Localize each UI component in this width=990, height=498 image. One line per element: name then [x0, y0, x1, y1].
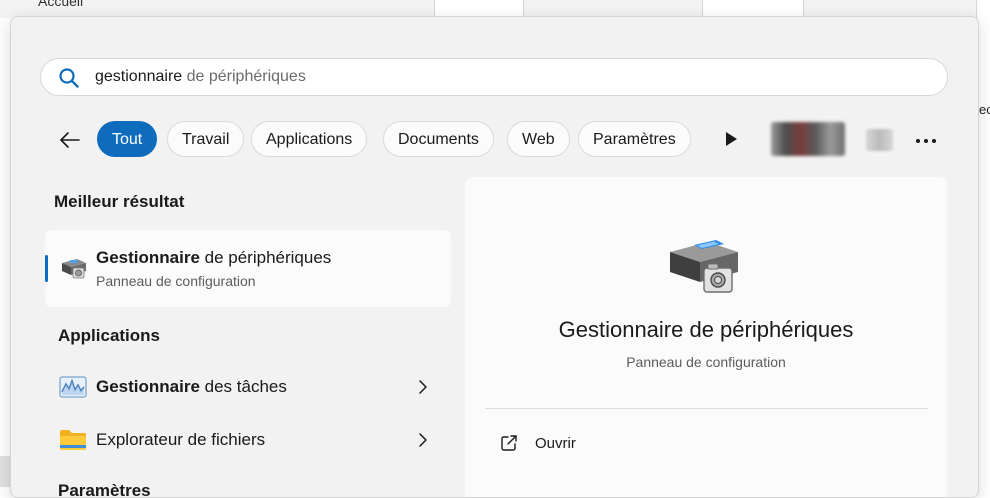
chevron-right-icon[interactable] — [417, 432, 429, 448]
chevron-right-icon[interactable] — [417, 379, 429, 395]
detail-subtitle: Panneau de configuration — [626, 354, 786, 370]
search-typed-text: gestionnaire — [95, 68, 183, 85]
back-arrow-icon[interactable] — [58, 128, 82, 152]
best-result-title: Gestionnaire de périphériques — [96, 248, 332, 267]
detail-divider — [485, 408, 928, 409]
best-result-heading: Meilleur résultat — [54, 192, 185, 211]
device-manager-icon — [62, 259, 86, 279]
app-item-file-explorer[interactable]: Explorateur de fichiers — [45, 418, 451, 462]
filter-chip-parametres[interactable]: Paramètres — [578, 121, 691, 157]
filter-bar: Tout Travail Applications Documents Web … — [11, 120, 978, 160]
account-icon-blurred[interactable] — [866, 129, 893, 151]
search-icon — [59, 68, 79, 88]
background-bottom-left — [0, 456, 10, 487]
detail-pane: Gestionnaire de périphériques Panneau de… — [465, 177, 947, 497]
play-icon[interactable] — [724, 131, 738, 147]
filter-chip-applications[interactable]: Applications — [251, 121, 368, 157]
app-item-label: Gestionnaire des tâches — [96, 377, 287, 396]
app-item-task-manager[interactable]: Gestionnaire des tâches — [45, 365, 451, 409]
app-item-label: Explorateur de fichiers — [96, 430, 266, 449]
search-query: gestionnaire de périphériques — [95, 68, 306, 86]
search-flyout: gestionnaire de périphériques Tout Trava… — [10, 16, 979, 498]
detail-title: Gestionnaire de périphériques — [558, 317, 854, 342]
filter-chip-web[interactable]: Web — [507, 121, 570, 157]
search-input[interactable]: gestionnaire de périphériques — [40, 58, 948, 96]
task-manager-icon — [59, 376, 87, 398]
account-avatar-blurred[interactable] — [771, 122, 845, 156]
filter-chip-tout[interactable]: Tout — [97, 121, 158, 157]
background-right-text: ec — [979, 102, 990, 117]
search-suggestion-text: de périphériques — [182, 68, 306, 85]
open-action[interactable]: Ouvrir — [485, 427, 685, 459]
best-result-subtitle: Panneau de configuration — [96, 273, 256, 289]
open-external-icon — [501, 435, 517, 451]
more-options-icon[interactable] — [916, 139, 936, 143]
settings-heading-cut: Paramètres — [58, 481, 151, 498]
best-result-item[interactable]: Gestionnaire de périphériques Panneau de… — [45, 230, 451, 307]
selection-indicator — [45, 255, 48, 282]
open-action-label: Ouvrir — [535, 435, 576, 452]
background-home-label: Accueil — [38, 0, 84, 9]
device-manager-icon — [670, 240, 738, 293]
folder-icon — [60, 430, 86, 450]
filter-chip-documents[interactable]: Documents — [383, 121, 494, 157]
filter-chip-travail[interactable]: Travail — [167, 121, 245, 157]
applications-heading: Applications — [58, 326, 161, 345]
